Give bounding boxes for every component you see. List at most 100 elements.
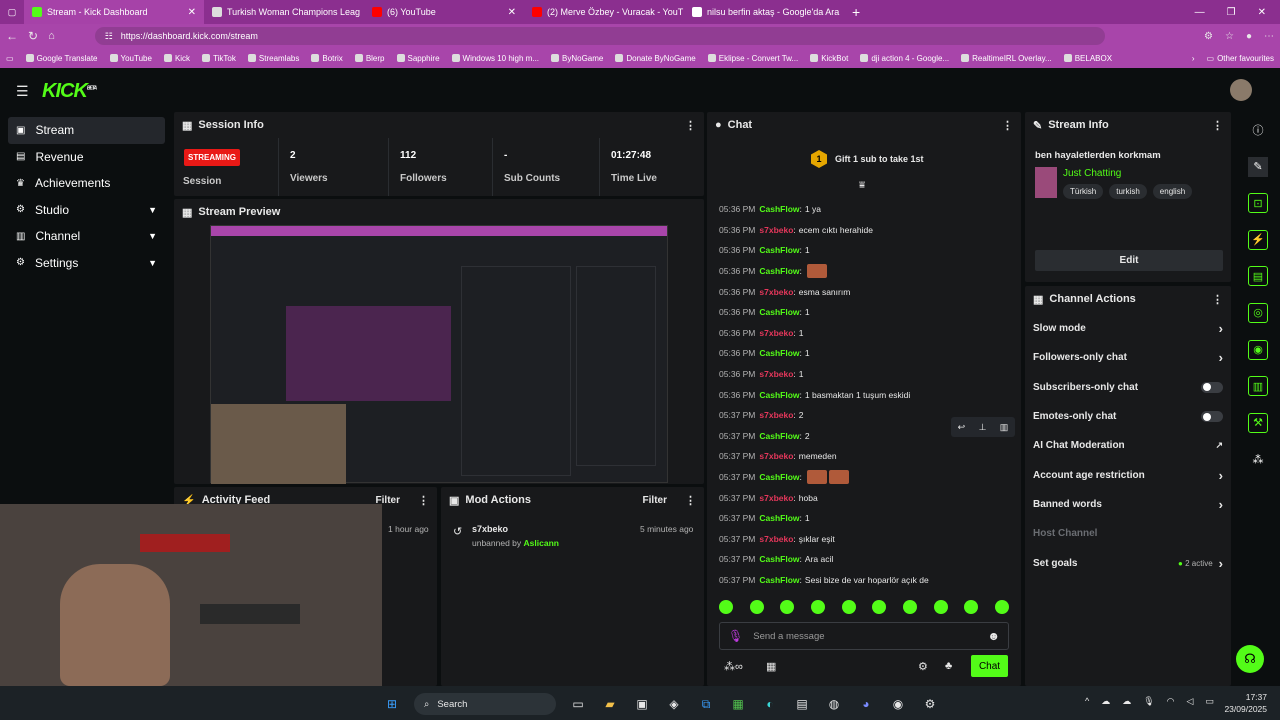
edit-stream-button[interactable]: Edit — [1035, 250, 1223, 271]
emote-icon[interactable] — [780, 600, 795, 614]
wifi-icon[interactable]: ◠ — [1167, 696, 1175, 707]
community-icon[interactable]: ⁂∞ — [724, 660, 743, 673]
info-icon[interactable]: ⓘ — [1248, 120, 1268, 140]
chat-message[interactable]: 05:36 PM CashFlow:1 ya — [719, 199, 1009, 220]
profile-icon[interactable]: ● — [1246, 31, 1252, 42]
kebab-icon[interactable]: ⋮ — [685, 119, 696, 132]
chat-username[interactable]: s7xbeko — [759, 369, 793, 379]
sidebar-item-channel[interactable]: ▥ Channel ▼ — [8, 223, 165, 250]
maximize-icon[interactable]: ❐ — [1227, 7, 1236, 18]
channel-action-emotes-only-chat[interactable]: Emotes-only chat — [1025, 402, 1231, 431]
chat-username[interactable]: s7xbeko — [759, 451, 793, 461]
close-window-icon[interactable]: ✕ — [1258, 7, 1266, 18]
reply-icon[interactable]: ↩ — [958, 422, 966, 433]
broadcast-icon[interactable]: ◉ — [1248, 339, 1268, 360]
chat-username[interactable]: CashFlow — [759, 554, 799, 564]
mod-action-user[interactable]: s7xbeko — [472, 524, 508, 534]
toggle-switch[interactable] — [1201, 411, 1223, 423]
close-tab-icon[interactable]: ✕ — [508, 7, 516, 18]
sidebar-item-settings[interactable]: ⚙ Settings ▼ — [8, 250, 165, 277]
chat-message[interactable]: 05:37 PM CashFlow: Ara acil — [719, 549, 1009, 570]
pinned-collapse-icon[interactable]: ⩸ — [859, 180, 865, 191]
chat-message[interactable]: 05:36 PM CashFlow:1 — [719, 240, 1009, 261]
wrench-icon[interactable]: ⚒ — [1248, 412, 1268, 433]
emote-icon[interactable] — [719, 600, 733, 614]
lightning-icon[interactable]: ⚡ — [1248, 229, 1268, 250]
browser-tab[interactable]: nilsu berfin aktaş - Google'da Ara✕ — [684, 0, 844, 24]
chat-message[interactable]: 05:36 PM s7xbeko:1 — [719, 364, 1009, 385]
kebab-icon[interactable]: ⋮ — [685, 494, 696, 507]
chat-username[interactable]: CashFlow — [759, 431, 799, 441]
channel-action-account-age-restriction[interactable]: Account age restriction › — [1025, 460, 1231, 489]
tray-chevron-icon[interactable]: ^ — [1085, 696, 1089, 707]
refresh-icon[interactable]: ↻ — [28, 29, 38, 43]
chat-username[interactable]: s7xbeko — [759, 493, 793, 503]
chat-message[interactable]: 05:36 PM s7xbeko: esma sanırım — [719, 281, 1009, 302]
onedrive-icon[interactable]: ☁ — [1122, 696, 1131, 707]
bookmark-item[interactable]: Windows 10 high m... — [451, 54, 539, 63]
emote-icon[interactable] — [994, 600, 1009, 614]
discord-icon[interactable]: ◕ — [856, 694, 876, 714]
minimize-icon[interactable]: — — [1195, 7, 1205, 18]
chat-username[interactable]: s7xbeko — [759, 328, 793, 338]
new-tab-button[interactable]: + — [844, 0, 868, 24]
mod-action-by[interactable]: Aslicann — [524, 538, 559, 548]
browser-tab[interactable]: (2) Merve Özbey - Vuracak - YouT✕ — [524, 0, 684, 24]
reading-list-icon[interactable]: ▭ — [6, 54, 14, 63]
sidebar-item-stream[interactable]: ▣ Stream — [8, 117, 165, 144]
chat-username[interactable]: CashFlow — [759, 245, 799, 255]
channel-action-set-goals[interactable]: Set goals ● 2 active › — [1025, 548, 1231, 577]
support-headset-icon[interactable]: ☊ — [1236, 645, 1264, 673]
browser-tab[interactable]: (6) YouTube ✕ — [364, 0, 524, 24]
extension-icon[interactable]: ⚙ — [1204, 31, 1213, 42]
bookmark-item[interactable]: Eklipse - Convert Tw... — [707, 54, 798, 63]
emoji-icon[interactable]: ☻ — [987, 629, 1000, 643]
chat-username[interactable]: CashFlow — [759, 307, 799, 317]
channel-action-ai-chat-moderation[interactable]: AI Chat Moderation ↗ — [1025, 431, 1231, 460]
chat-username[interactable]: CashFlow — [759, 204, 799, 214]
back-icon[interactable]: ← — [6, 29, 18, 43]
chat-message[interactable]: 05:37 PM CashFlow:1 — [719, 508, 1009, 529]
chat-username[interactable]: s7xbeko — [759, 225, 793, 235]
sidebar-item-achievements[interactable]: ♛ Achievements — [8, 170, 165, 197]
chat-bubble-icon[interactable]: ◎ — [1248, 302, 1268, 323]
edit-icon[interactable]: ✎ — [1248, 156, 1268, 177]
tag-pill[interactable]: Türkish — [1063, 184, 1104, 199]
tag-pill[interactable]: english — [1152, 184, 1193, 199]
category-link[interactable]: Just Chatting — [1063, 168, 1121, 179]
chat-username[interactable]: CashFlow — [759, 575, 799, 585]
bookmark-item[interactable]: Streamlabs — [247, 54, 299, 63]
chat-username[interactable]: s7xbeko — [759, 534, 793, 544]
bookmark-item[interactable]: dji action 4 - Google... — [860, 54, 949, 63]
bookmark-item[interactable]: TikTok — [202, 54, 236, 63]
tag-pill[interactable]: turkish — [1109, 184, 1147, 199]
app-icon[interactable]: ⚙ — [920, 694, 940, 714]
channel-action-subscribers-only-chat[interactable]: Subscribers-only chat — [1025, 373, 1231, 402]
sidebar-item-revenue[interactable]: ▤ Revenue — [8, 144, 165, 171]
chat-username[interactable]: CashFlow — [759, 472, 799, 482]
chat-message[interactable]: 05:37 PM CashFlow: — [719, 467, 1009, 488]
chat-username[interactable]: CashFlow — [759, 390, 799, 400]
sidebar-item-studio[interactable]: ⚙ Studio ▼ — [8, 197, 165, 224]
emote-icon[interactable] — [933, 600, 948, 614]
toggle-switch[interactable] — [1201, 381, 1223, 393]
scan-icon[interactable]: ⊡ — [1248, 193, 1268, 214]
kebab-icon[interactable]: ⋮ — [418, 494, 429, 507]
chat-message[interactable]: 05:37 PM s7xbeko: memeden — [719, 446, 1009, 467]
chat-settings-icon[interactable]: ⚙ — [918, 660, 928, 673]
tab-menu-icon[interactable]: ▢ — [0, 0, 24, 24]
browser-tab[interactable]: Turkish Woman Champions Leag✕ — [204, 0, 364, 24]
kebab-icon[interactable]: ⋮ — [1212, 293, 1223, 306]
more-icon[interactable]: ⋯ — [1264, 31, 1274, 42]
clipboard-icon[interactable]: ▤ — [1248, 266, 1268, 287]
gift-sub-banner[interactable]: 1 Gift 1 sub to take 1st — [811, 150, 924, 168]
task-view-icon[interactable]: ▭ — [568, 694, 588, 714]
chat-username[interactable]: CashFlow — [759, 266, 799, 276]
emote-icon[interactable] — [810, 600, 825, 614]
bookmark-item[interactable]: YouTube — [109, 54, 152, 63]
taskbar-clock[interactable]: 17:37 23/09/2025 — [1203, 691, 1267, 715]
taskbar-search[interactable]: ⌕ Search — [414, 693, 556, 715]
chat-message[interactable]: 05:36 PM CashFlow:1 basmaktan 1 tuşum esk… — [719, 384, 1009, 405]
bookmark-item[interactable]: KickBot — [810, 54, 848, 63]
emote-icon[interactable] — [902, 600, 917, 614]
